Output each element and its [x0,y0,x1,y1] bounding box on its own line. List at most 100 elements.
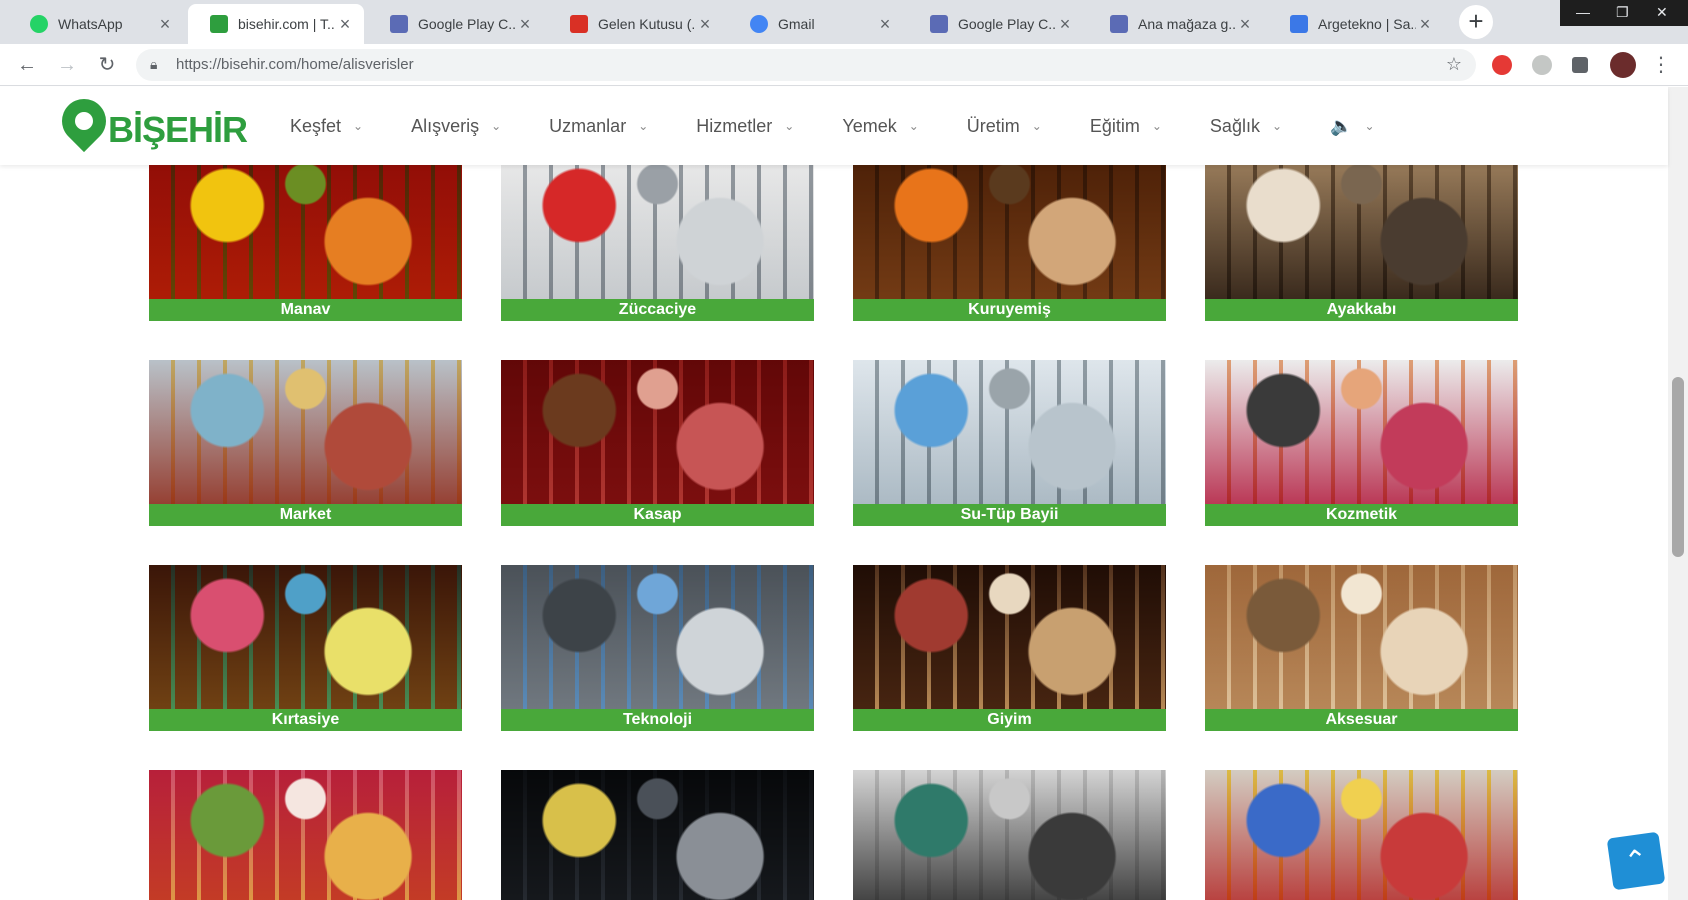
nav-item[interactable]: 🔈 ⌄ [1330,116,1374,137]
category-card[interactable]: Ayakkabı [1205,165,1518,321]
category-card[interactable]: Aksesuar [1205,565,1518,731]
close-tab-icon[interactable]: × [516,14,534,35]
nav-item-label: Eğitim [1089,115,1140,136]
category-label[interactable]: Kasap [501,504,814,526]
category-image[interactable] [1205,770,1518,900]
extension-icon[interactable] [1532,55,1552,75]
nav-item[interactable]: Hizmetler ⌄ [696,116,794,137]
category-card[interactable]: Giyim [853,565,1166,731]
category-image[interactable] [853,360,1166,504]
back-icon[interactable]: ← [14,52,40,78]
location-pin-icon [52,89,116,153]
category-card[interactable] [853,770,1166,900]
close-tab-icon[interactable]: × [1056,14,1074,35]
category-label[interactable]: Giyim [853,709,1166,731]
google-play-console-icon [1110,15,1128,33]
nav-item[interactable]: Sağlık ⌄ [1210,116,1282,137]
category-label[interactable]: Aksesuar [1205,709,1518,731]
category-image[interactable] [853,770,1166,900]
address-bar[interactable]: 🔒︎ https://bisehir.com/home/alisverisler… [136,49,1476,81]
close-tab-icon[interactable]: × [876,14,894,35]
bookmark-star-icon[interactable]: ☆ [1446,54,1462,75]
category-image[interactable] [501,165,814,299]
category-label[interactable]: Su-Tüp Bayii [853,504,1166,526]
tab-title: bisehir.com | T... [238,16,336,32]
menu-kebab-icon[interactable]: ⋮ [1648,52,1674,78]
category-image[interactable] [149,360,462,504]
category-card[interactable]: Manav [149,165,462,321]
address-bar-url[interactable]: https://bisehir.com/home/alisverisler [176,56,414,73]
category-card[interactable]: Market [149,360,462,526]
nav-item[interactable]: Uzmanlar ⌄ [549,116,648,137]
tab-title: Argetekno | Sa... [1318,16,1416,32]
new-tab-button[interactable]: + [1459,5,1493,39]
browser-tab[interactable]: bisehir.com | T... × [188,4,364,44]
close-tab-icon[interactable]: × [696,14,714,35]
category-card[interactable] [501,770,814,900]
close-tab-icon[interactable]: × [336,14,354,35]
scroll-to-top-button[interactable]: ⌃ [1606,831,1666,891]
tab-title: Google Play C... [418,16,516,32]
profile-avatar[interactable] [1610,52,1636,78]
browser-tab[interactable]: Argetekno | Sa... × [1268,4,1444,44]
category-card[interactable]: Kırtasiye [149,565,462,731]
opera-extension-icon[interactable] [1492,55,1512,75]
category-image[interactable] [501,360,814,504]
category-card[interactable]: Teknoloji [501,565,814,731]
category-image[interactable] [501,770,814,900]
page-scrollbar[interactable] [1668,87,1688,900]
close-tab-icon[interactable]: × [1416,14,1434,35]
reload-icon[interactable]: ↻ [94,52,120,78]
category-card[interactable]: Kozmetik [1205,360,1518,526]
lock-icon[interactable]: 🔒︎ [150,56,166,74]
browser-tab[interactable]: Gmail × [728,4,904,44]
category-label[interactable]: Kozmetik [1205,504,1518,526]
nav-item[interactable]: Yemek ⌄ [842,116,918,137]
category-image[interactable] [149,770,462,900]
category-label[interactable]: Züccaciye [501,299,814,321]
category-label[interactable]: Kırtasiye [149,709,462,731]
category-card[interactable]: Kasap [501,360,814,526]
category-image[interactable] [1205,360,1518,504]
browser-tab[interactable]: Ana mağaza g... × [1088,4,1264,44]
nav-item-label: 🔈 [1330,115,1353,136]
browser-tab[interactable]: WhatsApp × [8,4,184,44]
bisehir-favicon [210,15,228,33]
chevron-down-icon: ⌄ [1031,119,1042,133]
category-image[interactable] [853,165,1166,299]
category-label[interactable]: Kuruyemiş [853,299,1166,321]
browser-tab[interactable]: Google Play C... × [368,4,544,44]
minimize-icon[interactable]: — [1576,4,1590,20]
chevron-down-icon: ⌄ [1364,119,1375,133]
close-window-icon[interactable]: ✕ [1656,4,1668,21]
category-image[interactable] [853,565,1166,709]
category-label[interactable]: Market [149,504,462,526]
category-label[interactable]: Teknoloji [501,709,814,731]
browser-tab[interactable]: Google Play C... × [908,4,1084,44]
nav-item[interactable]: Keşfet ⌄ [290,116,363,137]
browser-toolbar: ← → ↻ 🔒︎ https://bisehir.com/home/alisve… [0,44,1688,86]
category-image[interactable] [1205,565,1518,709]
category-image[interactable] [149,165,462,299]
puzzle-extensions-icon[interactable] [1572,57,1588,73]
maximize-icon[interactable]: ❐ [1616,4,1629,21]
category-label[interactable]: Ayakkabı [1205,299,1518,321]
category-image[interactable] [149,565,462,709]
category-image[interactable] [1205,165,1518,299]
browser-tab[interactable]: Gelen Kutusu (... × [548,4,724,44]
scrollbar-thumb[interactable] [1672,377,1684,557]
category-image[interactable] [501,565,814,709]
nav-item[interactable]: Eğitim ⌄ [1090,116,1162,137]
category-card[interactable] [149,770,462,900]
category-label[interactable]: Manav [149,299,462,321]
category-card[interactable]: Su-Tüp Bayii [853,360,1166,526]
category-card[interactable]: Kuruyemiş [853,165,1166,321]
bisehir-logo[interactable]: BİŞEHİR [52,89,252,157]
close-tab-icon[interactable]: × [1236,14,1254,35]
nav-item[interactable]: Üretim ⌄ [967,116,1042,137]
nav-item[interactable]: Alışveriş ⌄ [411,116,501,137]
forward-icon[interactable]: → [54,52,80,78]
close-tab-icon[interactable]: × [156,14,174,35]
category-card[interactable] [1205,770,1518,900]
category-card[interactable]: Züccaciye [501,165,814,321]
